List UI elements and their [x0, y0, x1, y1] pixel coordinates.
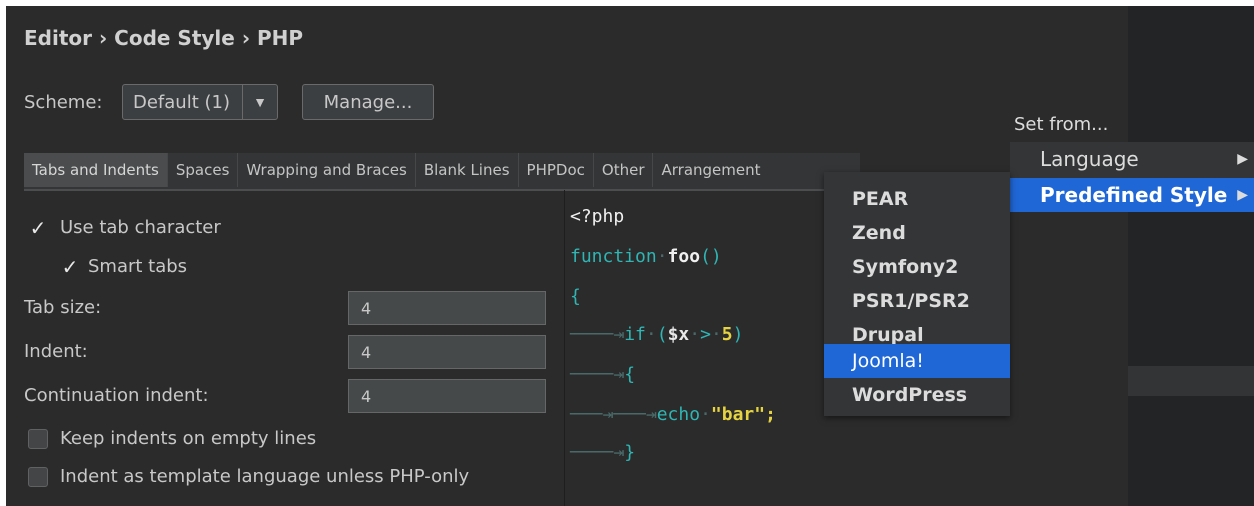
tab-spaces[interactable]: Spaces — [168, 153, 239, 187]
background-window — [1128, 6, 1254, 506]
code-line: { — [570, 286, 581, 312]
whitespace-dot: · — [700, 404, 711, 425]
scheme-value: Default (1) — [133, 91, 230, 113]
keep-indents-checkbox[interactable]: Keep indents on empty lines — [28, 428, 316, 449]
function-name: foo — [667, 246, 701, 267]
menu-item-predefined-style[interactable]: Predefined Style ▶ — [1010, 178, 1254, 212]
code-line: <?php — [570, 206, 624, 232]
preview-divider — [564, 190, 565, 506]
submenu-arrow-icon: ▶ — [1237, 187, 1248, 203]
keep-indents-label: Keep indents on empty lines — [60, 428, 317, 449]
scheme-label: Scheme: — [24, 92, 103, 113]
tab-arrow-icon: ────⇥ — [570, 442, 625, 463]
tab-arrow-icon: ────⇥ — [570, 324, 625, 345]
manage-button[interactable]: Manage... — [302, 84, 434, 120]
style-item-joomla[interactable]: Joomla! — [824, 344, 1010, 378]
set-from-link[interactable]: Set from... — [1014, 114, 1108, 135]
background-stripe — [1128, 366, 1254, 396]
use-tab-checkbox[interactable]: ✓ Use tab character — [28, 217, 221, 238]
code-line: function·foo() — [570, 246, 722, 272]
tab-wrapping-and-braces[interactable]: Wrapping and Braces — [238, 153, 416, 187]
indent-field[interactable]: 4 — [348, 335, 546, 369]
code-line: ────⇥if·($x·>·5) — [570, 324, 743, 350]
tab-size-field[interactable]: 4 — [348, 291, 546, 325]
whitespace-dot: · — [710, 324, 722, 345]
tab-arrangement[interactable]: Arrangement — [653, 153, 768, 187]
tab-tabs-and-indents[interactable]: Tabs and Indents — [24, 153, 168, 187]
submenu-arrow-icon: ▶ — [1237, 151, 1248, 167]
string: "bar"; — [710, 404, 776, 425]
variable: $x — [667, 324, 690, 345]
code-line: ────⇥} — [570, 442, 635, 468]
code-line: ────⇥{ — [570, 364, 635, 390]
brace: } — [624, 442, 636, 463]
menu-item-language[interactable]: Language ▶ — [1010, 142, 1254, 176]
style-item-psr[interactable]: PSR1/PSR2 — [824, 284, 1010, 318]
paren: ( — [656, 324, 668, 345]
tab-arrow-icon: ───⇥───⇥ — [570, 404, 657, 425]
paren: ) — [732, 324, 744, 345]
tab-arrow-icon: ────⇥ — [570, 364, 625, 385]
style-item-symfony2[interactable]: Symfony2 — [824, 250, 1010, 284]
code-line: ───⇥───⇥echo·"bar"; — [570, 404, 776, 430]
whitespace-dot: · — [645, 324, 657, 345]
number: 5 — [721, 324, 733, 345]
php-open-tag: <?php — [570, 206, 625, 227]
style-item-wordpress[interactable]: WordPress — [824, 378, 1010, 412]
use-tab-label: Use tab character — [60, 217, 221, 238]
breadcrumb: Editor › Code Style › PHP — [24, 26, 304, 50]
whitespace-dot: · — [656, 246, 668, 267]
indent-label: Indent: — [24, 341, 88, 362]
operator: > — [700, 324, 711, 345]
continuation-indent-field[interactable]: 4 — [348, 379, 546, 413]
keyword: echo — [656, 404, 701, 425]
checkmark-icon[interactable]: ✓ — [28, 218, 48, 238]
chevron-down-icon[interactable]: ▼ — [242, 85, 277, 119]
style-item-pear[interactable]: PEAR — [824, 182, 1010, 216]
scheme-dropdown[interactable]: Default (1) ▼ — [122, 84, 278, 120]
keyword: if — [624, 324, 646, 345]
menu-item-label: Language — [1040, 147, 1139, 171]
smart-tabs-label: Smart tabs — [88, 256, 188, 277]
whitespace-dot: · — [689, 324, 701, 345]
tab-phpdoc[interactable]: PHPDoc — [519, 153, 594, 187]
checkbox-box[interactable] — [28, 466, 48, 487]
predefined-style-submenu: PEAR Zend Symfony2 PSR1/PSR2 Drupal Joom… — [824, 172, 1010, 416]
smart-tabs-checkbox[interactable]: ✓ Smart tabs — [60, 256, 187, 277]
brace: { — [570, 286, 581, 307]
style-item-zend[interactable]: Zend — [824, 216, 1010, 250]
tab-bar: Tabs and Indents Spaces Wrapping and Bra… — [24, 153, 860, 191]
tab-other[interactable]: Other — [594, 153, 654, 187]
menu-item-label: Predefined Style — [1040, 183, 1228, 207]
keyword: function — [570, 246, 657, 267]
tab-blank-lines[interactable]: Blank Lines — [416, 153, 519, 187]
template-indent-checkbox[interactable]: Indent as template language unless PHP-o… — [28, 466, 469, 487]
continuation-indent-label: Continuation indent: — [24, 385, 209, 406]
parentheses: () — [700, 246, 722, 267]
tab-size-label: Tab size: — [24, 297, 102, 318]
brace: { — [624, 364, 636, 385]
template-indent-label: Indent as template language unless PHP-o… — [60, 466, 470, 487]
checkmark-icon[interactable]: ✓ — [60, 257, 80, 277]
set-from-menu: Language ▶ Predefined Style ▶ — [1010, 142, 1254, 212]
checkbox-box[interactable] — [28, 428, 48, 449]
